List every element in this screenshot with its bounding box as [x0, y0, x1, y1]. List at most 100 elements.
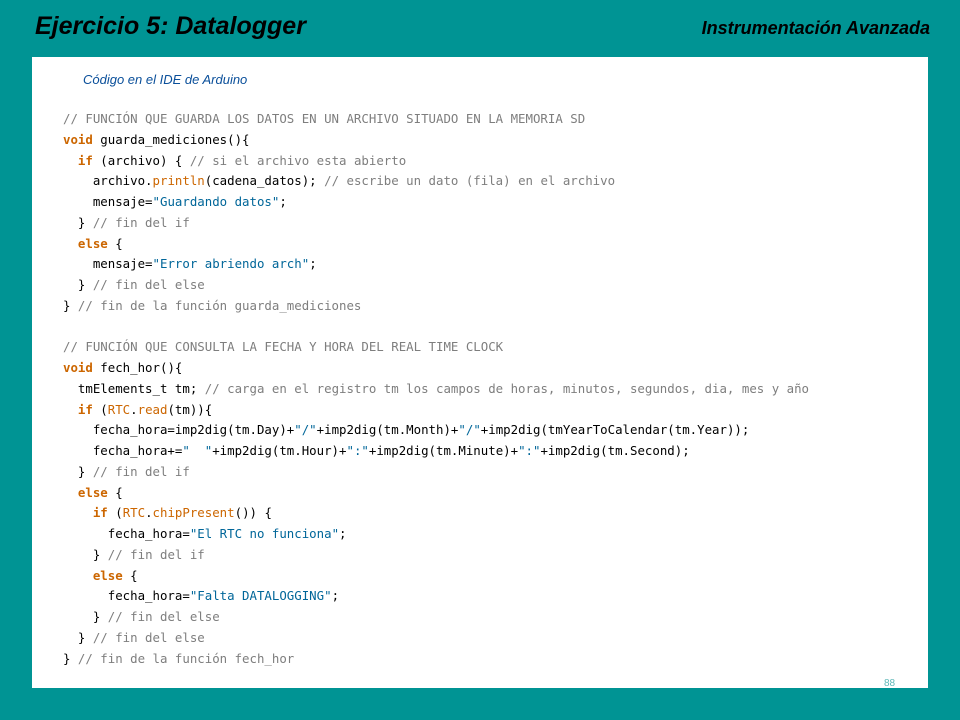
code-line: tmElements_t tm; // carga en el registro… — [63, 379, 927, 400]
code-token: println — [152, 173, 205, 189]
code-token: "Error abriendo arch" — [152, 256, 310, 272]
code-line: void fech_hor(){ — [63, 358, 927, 379]
code-token: // fin del if — [107, 546, 205, 562]
code-token: +imp2dig(tmYearToCalendar(tm.Year)); — [480, 422, 750, 438]
code-line: else { — [63, 234, 927, 255]
code-token: mensaje= — [63, 256, 153, 272]
code-token: +imp2dig(tm.Hour)+ — [212, 443, 347, 458]
content-panel: Código en el IDE de Arduino // FUNCIÓN Q… — [32, 57, 928, 688]
code-token: // FUNCIÓN QUE GUARDA LOS DATOS EN UN AR… — [63, 111, 586, 126]
code-token: (cadena_datos); — [204, 173, 325, 189]
code-token: { — [107, 235, 123, 251]
code-token: . — [130, 401, 138, 417]
code-token: } — [63, 214, 93, 230]
code-token: else — [77, 235, 108, 251]
code-token: "/" — [458, 422, 481, 438]
code-token: RTC — [107, 401, 131, 417]
code-line: } // fin del if — [63, 545, 927, 566]
code-line: } // fin de la función guarda_mediciones — [63, 296, 927, 317]
code-token: ; — [309, 256, 317, 272]
code-token: else — [92, 567, 123, 583]
code-line: } // fin del if — [63, 462, 927, 483]
code-token: ( — [107, 505, 123, 521]
code-token: fecha_hora= — [63, 588, 190, 604]
code-line: // FUNCIÓN QUE GUARDA LOS DATOS EN UN AR… — [63, 109, 927, 130]
code-token: ( — [92, 401, 108, 417]
code-token: ; — [279, 194, 287, 209]
code-token: // fin de la función fech_hor — [77, 650, 295, 666]
code-token: else — [77, 484, 108, 500]
code-line: archivo.println(cadena_datos); // escrib… — [63, 171, 927, 192]
code-line: fecha_hora+=" "+imp2dig(tm.Hour)+":"+imp… — [63, 441, 927, 462]
code-token: } — [63, 463, 93, 479]
code-token: mensaje= — [63, 194, 153, 209]
code-line: void guarda_mediciones(){ — [63, 130, 927, 151]
code-token: guarda_mediciones(){ — [92, 131, 250, 147]
code-line: if (RTC.read(tm)){ — [63, 400, 927, 421]
code-line: else { — [63, 483, 927, 504]
code-token: } — [63, 650, 78, 666]
code-token: (archivo) { — [92, 152, 190, 168]
code-token: } — [63, 609, 108, 624]
course-title: Instrumentación Avanzada — [701, 18, 930, 38]
code-token: // fin del else — [92, 277, 205, 292]
code-token: ":" — [346, 443, 369, 458]
code-token: if — [92, 505, 108, 521]
code-line: fecha_hora="Falta DATALOGGING"; — [63, 586, 927, 607]
code-token: "El RTC no funciona" — [189, 526, 340, 541]
code-line: else { — [63, 566, 927, 587]
code-token: +imp2dig(tm.Second); — [540, 443, 690, 458]
code-token: } — [63, 297, 78, 313]
code-line: } // fin del if — [63, 213, 927, 234]
code-line: mensaje="Guardando datos"; — [63, 192, 927, 213]
code-token: RTC — [122, 505, 146, 521]
code-token: } — [63, 277, 93, 292]
code-line: fecha_hora=imp2dig(tm.Day)+"/"+imp2dig(t… — [63, 420, 927, 441]
code-token: "Falta DATALOGGING" — [189, 588, 332, 604]
code-token: . — [145, 505, 153, 521]
code-token: } — [63, 546, 108, 562]
code-line: } // fin del else — [63, 275, 927, 296]
code-line: // FUNCIÓN QUE CONSULTA LA FECHA Y HORA … — [63, 337, 927, 358]
code-token: ()) { — [234, 505, 272, 521]
code-line: if (RTC.chipPresent()) { — [63, 503, 927, 524]
code-line: fecha_hora="El RTC no funciona"; — [63, 524, 927, 545]
code-token: +imp2dig(tm.Minute)+ — [368, 443, 519, 458]
code-token: ; — [339, 526, 347, 541]
code-token: "Guardando datos" — [152, 194, 280, 209]
slide-title: Ejercicio 5: Datalogger — [35, 12, 306, 40]
code-token: fecha_hora+= — [63, 443, 183, 458]
code-token: // fin del else — [92, 629, 205, 645]
code-token: { — [122, 567, 138, 583]
code-token: "/" — [294, 422, 317, 438]
code-line: } // fin del else — [63, 628, 927, 649]
code-token: ":" — [518, 443, 541, 458]
code-token: // si el archivo esta abierto — [189, 152, 407, 168]
code-token: } — [63, 629, 93, 645]
code-token: { — [107, 484, 123, 500]
code-token: void — [63, 131, 93, 147]
code-token: // FUNCIÓN QUE CONSULTA LA FECHA Y HORA … — [63, 339, 504, 355]
code-token: // carga en el registro tm los campos de… — [204, 380, 809, 396]
code-token: (tm)){ — [167, 401, 213, 417]
code-token: read — [137, 401, 168, 417]
code-token: fecha_hora=imp2dig(tm.Day)+ — [63, 422, 295, 438]
code-line: mensaje="Error abriendo arch"; — [63, 254, 927, 275]
code-token: // fin del if — [92, 214, 190, 230]
code-token: // fin del if — [92, 463, 190, 479]
code-token: // fin del else — [107, 609, 220, 624]
code-line: } // fin del else — [63, 607, 927, 628]
code-line: if (archivo) { // si el archivo esta abi… — [63, 151, 927, 172]
code-line: } // fin de la función fech_hor — [63, 649, 927, 670]
code-token: void — [63, 360, 93, 375]
code-token: fech_hor(){ — [92, 360, 183, 375]
code-token: archivo. — [63, 173, 153, 189]
code-token: if — [77, 152, 93, 168]
code-token: chipPresent — [152, 505, 235, 521]
